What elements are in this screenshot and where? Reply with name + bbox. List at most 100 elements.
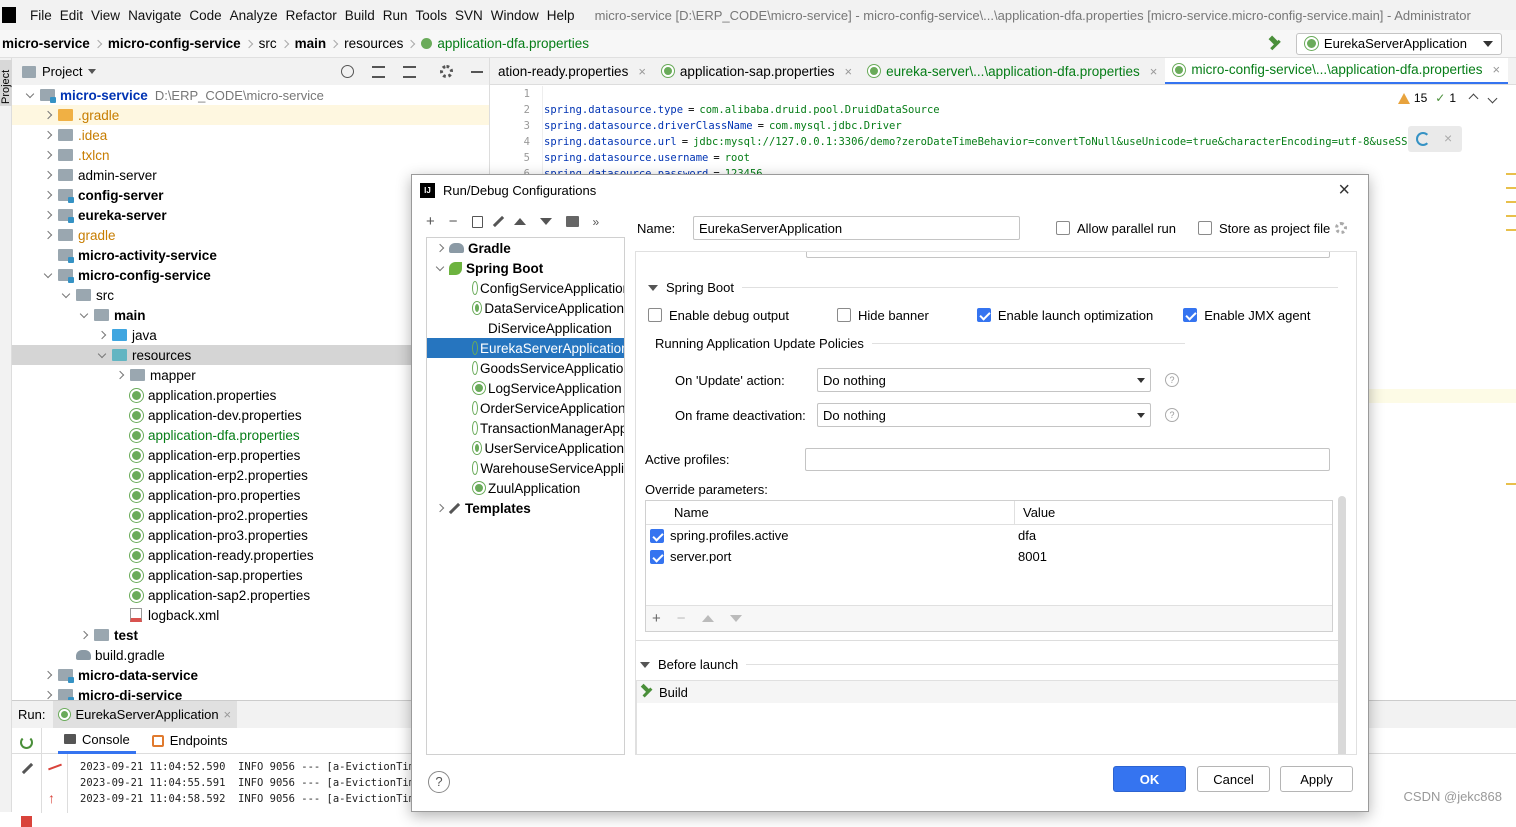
menu-code[interactable]: Code [185,8,225,23]
config-tree-node[interactable]: GoodsServiceApplication [427,358,624,378]
spring-boot-option[interactable]: Enable debug output [648,308,789,323]
menu-edit[interactable]: Edit [56,8,87,23]
config-tree-node[interactable]: DiServiceApplication [427,318,624,338]
menu-run[interactable]: Run [379,8,412,23]
add-icon[interactable]: + [426,213,435,230]
wrench-icon[interactable] [492,216,503,227]
config-tree-node[interactable]: LogServiceApplication [427,378,624,398]
spring-boot-option[interactable]: Enable launch optimization [977,308,1153,323]
breadcrumb-item[interactable]: src [259,36,277,51]
refresh-gradle-icon[interactable]: × [1408,126,1462,152]
option-checkbox[interactable] [1183,308,1197,322]
code-line[interactable]: 2spring.datasource.type=com.alibaba.drui… [490,102,1516,118]
config-tree-node[interactable]: Templates [427,498,624,518]
code-line[interactable]: 5spring.datasource.username=root [490,150,1516,166]
cancel-button[interactable]: Cancel [1197,766,1270,792]
expand-all-icon[interactable] [372,66,385,78]
config-tree-node[interactable]: Spring Boot [427,258,624,278]
soft-wrap-icon[interactable] [48,764,62,771]
close-icon[interactable]: × [638,64,646,79]
project-tool-tab[interactable]: Project [0,60,12,106]
console-tab[interactable]: Console [58,728,136,754]
active-profiles-field[interactable] [805,448,1330,471]
override-row[interactable]: spring.profiles.activedfa [646,525,1332,546]
config-tree-node[interactable]: TransactionManagerApp [427,418,624,438]
run-tab[interactable]: EurekaServerApplication × [53,701,237,728]
store-project-checkbox[interactable] [1198,221,1212,235]
name-field[interactable] [693,216,1020,240]
move-up-icon[interactable] [514,218,526,225]
config-tree-node[interactable]: Gradle [427,238,624,258]
run-config-selector[interactable]: EurekaServerApplication [1296,33,1502,55]
breadcrumb-item[interactable]: resources [344,36,403,51]
menu-build[interactable]: Build [341,8,379,23]
code-line[interactable]: 1 [490,86,1516,102]
code-line[interactable]: 4spring.datasource.url=jdbc:mysql://127.… [490,134,1516,150]
breadcrumb-item[interactable]: application-dfa.properties [437,36,589,51]
remove-icon[interactable]: − [449,213,458,230]
wrench-icon[interactable] [22,763,33,774]
override-row-checkbox[interactable] [650,529,664,543]
menu-analyze[interactable]: Analyze [226,8,282,23]
option-checkbox[interactable] [977,308,991,322]
update-action-select[interactable]: Do nothing [817,368,1151,392]
build-hammer-icon[interactable] [1268,37,1282,51]
move-down-icon[interactable] [730,615,742,622]
config-tree-node[interactable]: OrderServiceApplication [427,398,624,418]
move-down-icon[interactable] [540,218,552,225]
menu-svn[interactable]: SVN [451,8,487,23]
menu-window[interactable]: Window [487,8,543,23]
menu-file[interactable]: File [26,8,56,23]
breadcrumb-item[interactable]: main [295,36,327,51]
stop-icon[interactable] [21,816,32,827]
menu-navigate[interactable]: Navigate [124,8,185,23]
config-tree-node[interactable]: WarehouseServiceAppli [427,458,624,478]
spring-boot-option[interactable]: Hide banner [837,308,929,323]
move-up-icon[interactable] [702,615,714,622]
folder-add-icon[interactable] [566,216,579,227]
project-tree-node[interactable]: .idea [12,125,489,145]
help-button[interactable]: ? [428,771,450,793]
config-tree-node[interactable]: EurekaServerApplication [427,338,624,358]
override-row-checkbox[interactable] [650,550,664,564]
hide-panel-icon[interactable] [471,71,483,73]
apply-button[interactable]: Apply [1280,766,1353,792]
close-icon[interactable]: × [224,707,232,722]
dropdown-arrow-icon[interactable] [88,69,96,74]
ok-button[interactable]: OK [1113,766,1186,792]
config-tree-node[interactable]: UserServiceApplication [427,438,624,458]
override-row[interactable]: server.port8001 [646,546,1332,567]
breadcrumb-item[interactable]: micro-service [2,36,90,51]
code-line[interactable]: 3spring.datasource.driverClassName=com.m… [490,118,1516,134]
allow-parallel-checkbox[interactable] [1056,221,1070,235]
close-icon[interactable]: × [1338,179,1350,202]
locate-icon[interactable] [341,65,354,78]
breadcrumb-item[interactable]: micro-config-service [108,36,241,51]
menu-refactor[interactable]: Refactor [282,8,341,23]
help-icon[interactable]: ? [1165,408,1179,422]
spring-boot-option[interactable]: Enable JMX agent [1183,308,1310,323]
config-tree-node[interactable]: ConfigServiceApplication [427,278,624,298]
endpoints-tab[interactable]: Endpoints [152,733,228,748]
close-icon[interactable]: × [845,64,853,79]
remove-icon[interactable]: − [677,610,686,627]
config-tree-node[interactable]: ZuulApplication [427,478,624,498]
rerun-icon[interactable] [20,736,33,749]
menu-tools[interactable]: Tools [412,8,452,23]
option-checkbox[interactable] [837,308,851,322]
close-icon[interactable]: × [1150,64,1158,79]
config-tree-node[interactable]: DataServiceApplication [427,298,624,318]
frame-deactivation-select[interactable]: Do nothing [817,403,1151,427]
project-tree-node[interactable]: micro-serviceD:\ERP_CODE\micro-service [12,85,489,105]
editor-tab[interactable]: ation-ready.properties× [490,58,654,85]
vertical-scrollbar[interactable] [1338,496,1346,755]
editor-tab[interactable]: micro-config-service\...\application-dfa… [1165,58,1508,85]
gear-icon[interactable] [440,65,453,78]
editor-tab[interactable]: application-sap.properties× [654,58,860,85]
help-icon[interactable]: ? [1165,373,1179,387]
menu-help[interactable]: Help [543,8,579,23]
spring-boot-section-header[interactable]: Spring Boot [648,280,1338,295]
copy-icon[interactable] [472,216,483,228]
scroll-up-icon[interactable]: ↑ [48,790,55,806]
option-checkbox[interactable] [648,308,662,322]
